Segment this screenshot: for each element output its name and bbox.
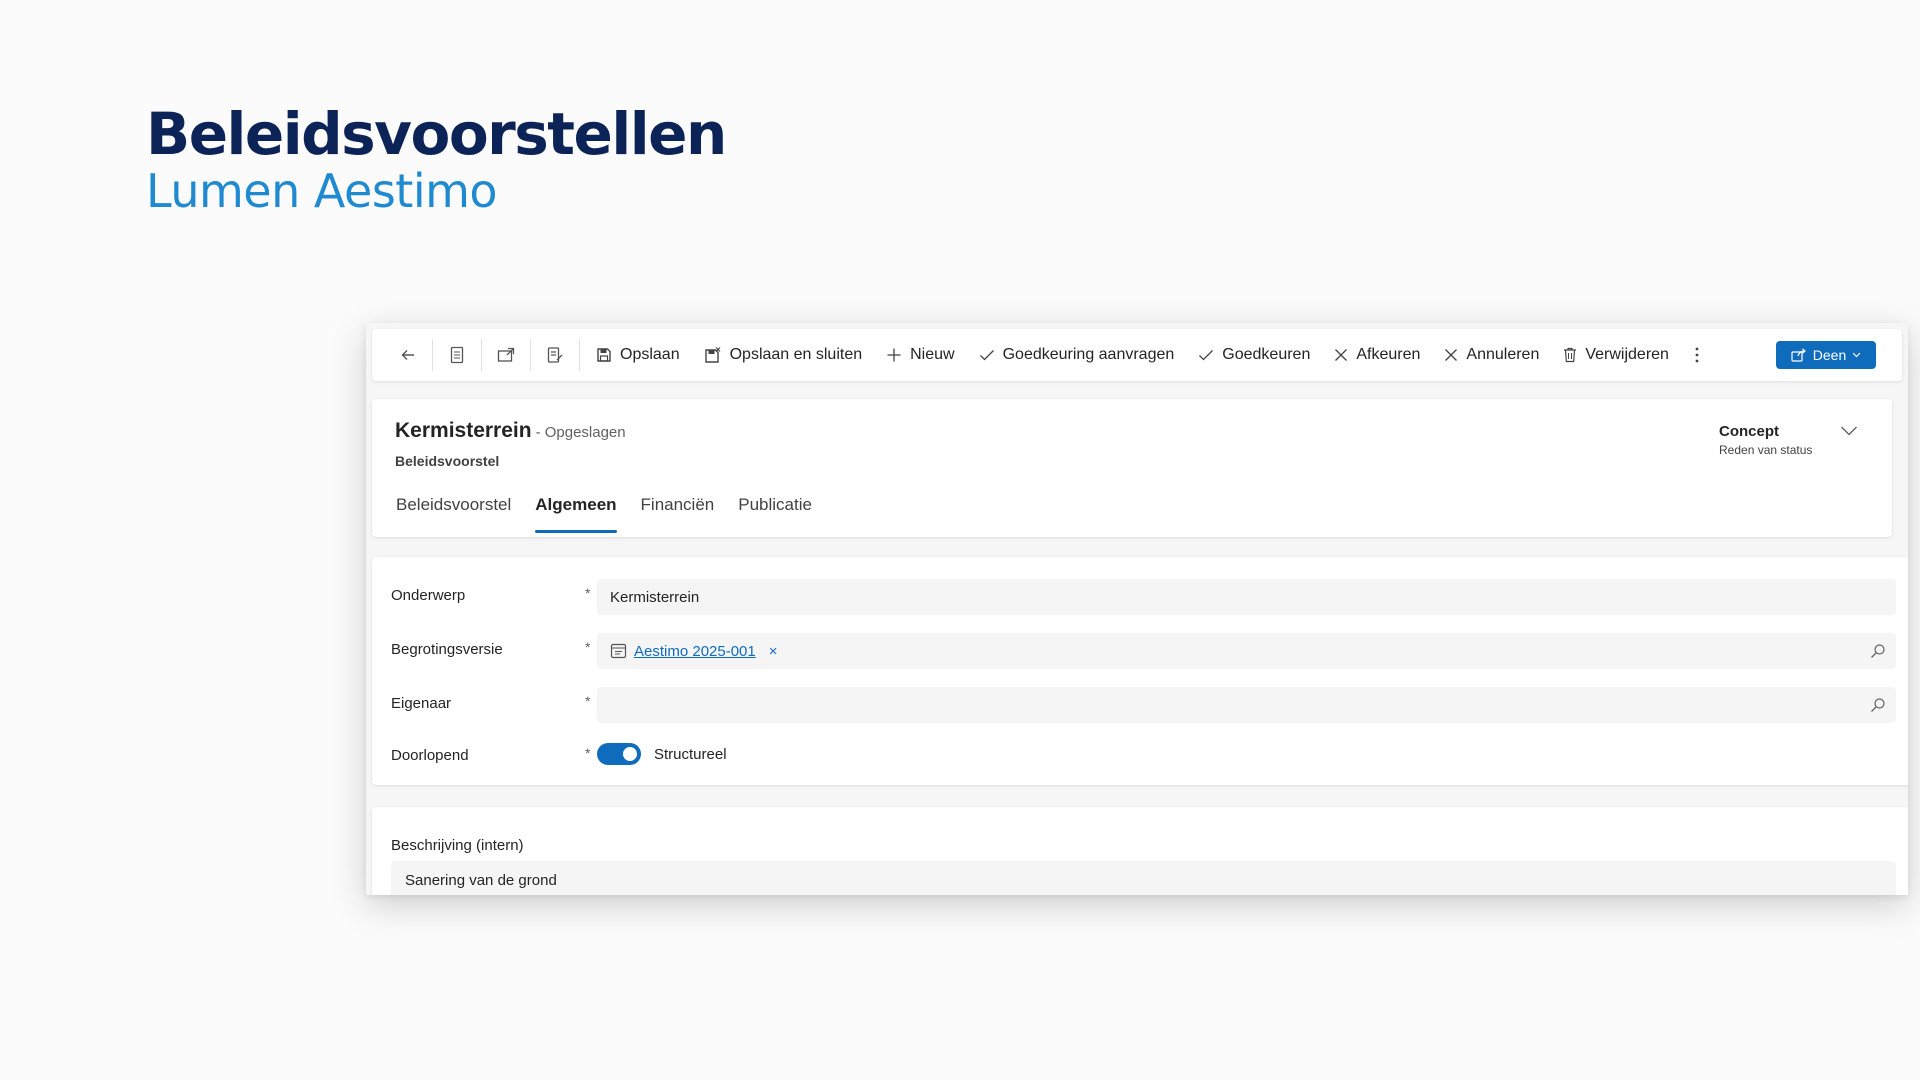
required-marker: *	[585, 693, 591, 709]
tab-algemeen[interactable]: Algemeen	[523, 495, 628, 535]
new-button[interactable]: Nieuw	[874, 337, 966, 373]
edit-note-button[interactable]	[535, 337, 575, 373]
plus-icon	[887, 348, 901, 362]
close-icon	[1445, 349, 1458, 361]
hero-subtitle: Lumen Aestimo	[146, 164, 498, 218]
general-section: Onderwerp * Kermisterrein Begrotingsvers…	[372, 557, 1908, 785]
status-label: Reden van status	[1719, 443, 1813, 457]
approve-label: Goedkeuren	[1222, 346, 1311, 363]
reject-button[interactable]: Afkeuren	[1322, 337, 1432, 373]
share-icon	[1791, 348, 1806, 362]
record-icon	[610, 643, 627, 659]
cancel-label: Annuleren	[1466, 346, 1540, 363]
share-label: Deen	[1812, 347, 1847, 363]
back-button[interactable]	[388, 337, 428, 373]
form-icon	[450, 346, 464, 364]
save-button[interactable]: Opslaan	[584, 337, 692, 373]
trash-icon	[1564, 347, 1577, 363]
save-icon	[597, 348, 611, 362]
checkmark-icon	[1199, 350, 1214, 361]
entity-name: Beleidsvoorstel	[395, 453, 500, 469]
ongoing-toggle[interactable]	[597, 743, 641, 765]
chevron-down-icon	[1852, 352, 1861, 358]
remove-lookup-button[interactable]: ×	[769, 643, 778, 660]
ongoing-label: Doorlopend	[391, 747, 469, 764]
delete-label: Verwijderen	[1585, 346, 1669, 363]
app-window: Opslaan Opslaan en sluiten Nieuw Goedkeu…	[366, 323, 1908, 895]
owner-label: Eigenaar	[391, 695, 452, 712]
more-commands-button[interactable]	[1681, 337, 1713, 373]
description-input[interactable]: Sanering van de grond	[391, 861, 1896, 895]
request-approval-label: Goedkeuring aanvragen	[1002, 346, 1175, 363]
request-approval-button[interactable]: Goedkeuring aanvragen	[967, 337, 1187, 373]
subject-input[interactable]: Kermisterrein	[597, 579, 1896, 615]
more-vertical-icon	[1695, 347, 1699, 363]
status-reason[interactable]: Concept Reden van status	[1719, 423, 1812, 457]
tab-list: Beleidsvoorstel Algemeen Financiën Publi…	[384, 495, 824, 535]
reject-label: Afkeuren	[1356, 346, 1421, 363]
budget-version-label: Begrotingsversie	[391, 641, 503, 658]
record-title-text: Kermisterrein	[395, 419, 532, 442]
approve-button[interactable]: Goedkeuren	[1186, 337, 1322, 373]
delete-button[interactable]: Verwijderen	[1551, 337, 1681, 373]
owner-lookup[interactable]	[597, 687, 1896, 723]
ongoing-row: Doorlopend * Structureel	[372, 739, 1908, 775]
chevron-down-icon[interactable]	[1840, 425, 1858, 437]
divider	[481, 339, 482, 371]
owner-row: Eigenaar *	[372, 687, 1908, 723]
save-button-label: Opslaan	[620, 346, 680, 363]
divider	[432, 339, 433, 371]
required-marker: *	[585, 745, 591, 761]
record-header: Kermisterrein - Opgeslagen Beleidsvoorste…	[372, 399, 1892, 537]
cancel-button[interactable]: Annuleren	[1432, 337, 1551, 373]
new-button-label: Nieuw	[910, 346, 955, 363]
edit-note-icon	[547, 347, 563, 363]
subject-label: Onderwerp	[391, 587, 466, 604]
required-marker: *	[585, 585, 591, 601]
budget-version-link[interactable]: Aestimo 2025-001	[634, 643, 756, 660]
ongoing-toggle-group: Structureel	[597, 743, 727, 765]
lookup-tag: Aestimo 2025-001 ×	[610, 643, 778, 660]
save-and-close-label: Opslaan en sluiten	[729, 346, 863, 363]
tab-financien[interactable]: Financiën	[629, 495, 727, 535]
divider	[530, 339, 531, 371]
description-label: Beschrijving (intern)	[391, 837, 524, 854]
budget-version-lookup[interactable]: Aestimo 2025-001 ×	[597, 633, 1896, 669]
command-bar: Opslaan Opslaan en sluiten Nieuw Goedkeu…	[372, 329, 1902, 381]
hero-title: Beleidsvoorstellen	[146, 100, 727, 168]
search-icon[interactable]	[1870, 643, 1886, 659]
close-icon	[1335, 349, 1348, 361]
save-and-close-button[interactable]: Opslaan en sluiten	[692, 337, 875, 373]
subject-row: Onderwerp * Kermisterrein	[372, 579, 1908, 615]
description-section: Beschrijving (intern) Sanering van de gr…	[372, 807, 1908, 895]
divider	[579, 339, 580, 371]
share-button[interactable]: Deen	[1776, 341, 1876, 369]
form-button[interactable]	[437, 337, 477, 373]
status-value: Concept	[1719, 423, 1779, 440]
budget-version-row: Begrotingsversie * Aestimo 2025-001 ×	[372, 633, 1908, 669]
tab-beleidsvoorstel[interactable]: Beleidsvoorstel	[384, 495, 523, 535]
ongoing-toggle-label: Structureel	[654, 745, 727, 763]
new-window-icon	[497, 347, 515, 362]
save-close-icon	[704, 347, 721, 363]
checkmark-icon	[979, 350, 994, 361]
back-arrow-icon	[401, 350, 414, 360]
tab-publicatie[interactable]: Publicatie	[726, 495, 824, 535]
search-icon[interactable]	[1870, 697, 1886, 713]
save-status: - Opgeslagen	[535, 424, 626, 441]
required-marker: *	[585, 639, 591, 655]
open-new-window-button[interactable]	[486, 337, 526, 373]
record-title: Kermisterrein - Opgeslagen	[395, 419, 626, 443]
